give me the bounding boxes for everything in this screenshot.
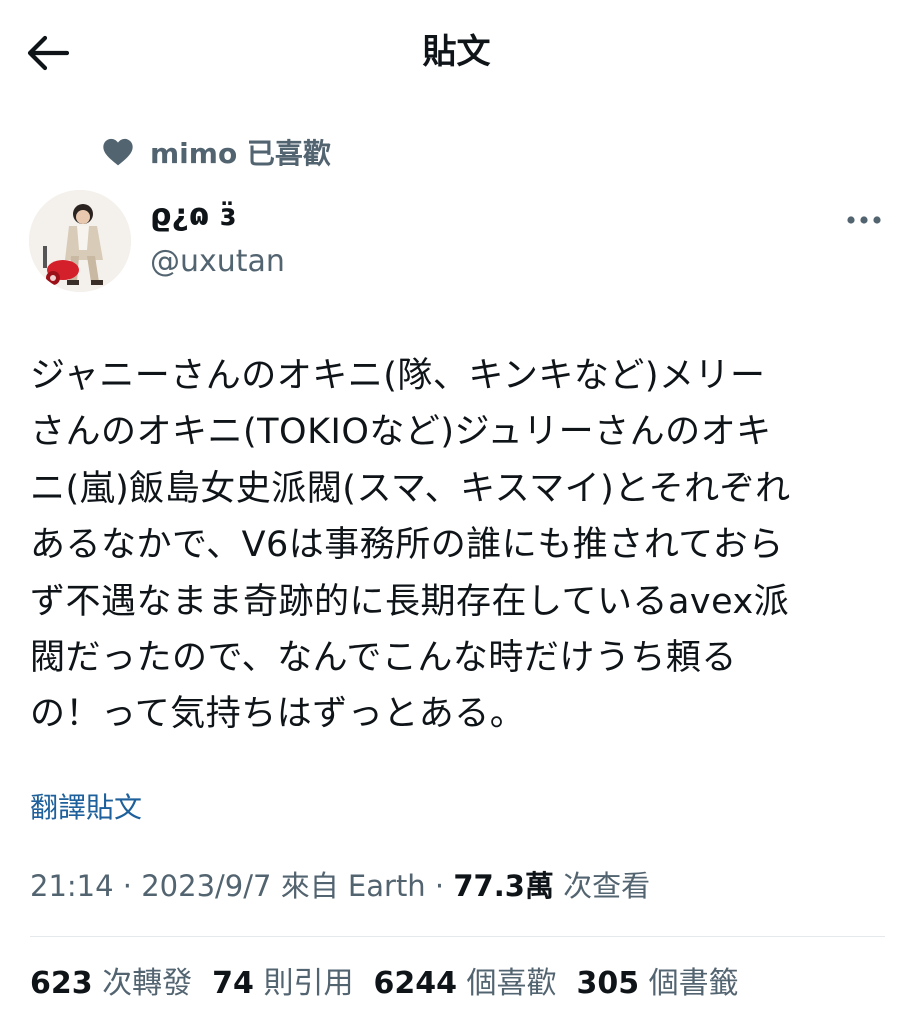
engagement-stats: 623 次轉發 74 則引用 6244 個喜歡 305 個書籤	[30, 962, 759, 1006]
social-context[interactable]: mimo 已喜歡	[102, 132, 331, 172]
social-context-text: mimo 已喜歡	[150, 137, 331, 170]
bookmarks-stat[interactable]: 305 個書籤	[577, 962, 739, 1006]
divider	[30, 936, 885, 937]
retweets-count: 623	[30, 966, 93, 1001]
retweets-label: 次轉發	[92, 966, 193, 1001]
top-bar: 貼文	[0, 0, 913, 105]
author-handle[interactable]: @uxutan	[150, 242, 285, 282]
likes-stat[interactable]: 6244 個喜歡	[373, 962, 556, 1006]
bookmarks-count: 305	[576, 966, 640, 1001]
quotes-stat[interactable]: 74 則引用	[212, 962, 353, 1006]
likes-count: 6244	[373, 966, 457, 1001]
retweets-stat[interactable]: 623 次轉發	[30, 962, 192, 1006]
views-label: 次查看	[553, 869, 651, 903]
meta-separator: ·	[425, 869, 454, 903]
bookmarks-label: 個書籤	[639, 966, 739, 1001]
avatar[interactable]	[29, 190, 131, 292]
views-count: 77.3萬	[453, 869, 554, 903]
tweet-meta: 21:14 · 2023/9/7 來自 Earth · 77.3萬 次查看	[30, 864, 650, 908]
tweet-date[interactable]: 2023/9/7	[141, 869, 271, 903]
more-options-button[interactable]	[842, 200, 886, 240]
author-display-name[interactable]: ϱ¿ɷ ɜ̈	[150, 196, 236, 236]
quotes-count: 74	[212, 966, 254, 1001]
tweet-text: ジャニーさんのオキニ(隊、キンキなど)メリー さんのオキニ(TOKIOなど)ジュ…	[30, 356, 791, 735]
tweet-source: 來自 Earth	[271, 869, 426, 903]
translate-post-link[interactable]: 翻譯貼文	[30, 788, 142, 828]
quotes-label: 則引用	[253, 966, 354, 1001]
more-horizontal-icon	[847, 216, 881, 224]
tweet-time[interactable]: 21:14	[30, 869, 114, 903]
heart-icon	[102, 136, 134, 168]
page-title: 貼文	[422, 32, 491, 72]
likes-label: 個喜歡	[456, 966, 557, 1001]
meta-separator: ·	[113, 869, 142, 903]
